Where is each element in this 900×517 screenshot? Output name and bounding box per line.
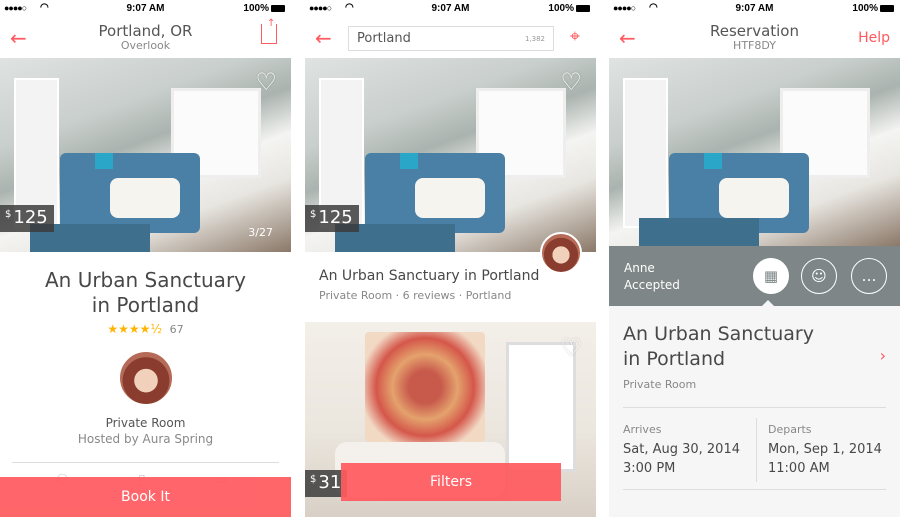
departs-date: Mon, Sep 1, 2014: [768, 442, 882, 457]
arrives-time: 3:00 PM: [623, 461, 676, 476]
reservation-screen: ●●●●○ ◠ 9:07 AM 100% ← Reservation HTF8D…: [609, 0, 900, 517]
photo-counter: 3/27: [248, 226, 273, 239]
divider: [756, 418, 757, 482]
battery-icon: [880, 5, 894, 12]
nav-bar: ← Reservation HTF8DY Help: [609, 18, 900, 58]
result-title[interactable]: An Urban Sanctuary in Portland: [319, 268, 539, 284]
battery-percent: 100%: [852, 3, 878, 14]
price-badge: $125: [0, 205, 54, 232]
departs-time: 11:00 AM: [768, 461, 830, 476]
status-bar: ●●●●○ ◠ 9:07 AM 100%: [0, 0, 291, 18]
heart-icon[interactable]: ♡: [255, 68, 277, 96]
help-link[interactable]: Help: [858, 30, 890, 46]
listing-screen: ●●●●○ ◠ 9:07 AM 100% ← Portland, OR Over…: [0, 0, 291, 517]
listing-title[interactable]: An Urban Sanctuary in Portland: [623, 322, 814, 372]
result-subtitle: Private Room · 6 reviews · Portland: [319, 289, 512, 302]
listing-photo[interactable]: ♡ $125 3/27: [0, 58, 291, 252]
profile-icon[interactable]: ☺: [801, 258, 837, 294]
star-rating-icon: ★★★★½: [107, 322, 163, 336]
share-icon[interactable]: ↑: [261, 18, 277, 44]
message-icon[interactable]: …: [851, 258, 887, 294]
result-photo[interactable]: ♡ $125: [305, 58, 596, 252]
host-name: Hosted by Aura Spring: [77, 432, 214, 446]
book-it-button[interactable]: Book It: [0, 477, 291, 517]
result-count: 1,382: [524, 35, 545, 43]
nav-subtitle: Overlook: [120, 39, 171, 52]
room-type: Private Room: [105, 416, 186, 430]
back-arrow-icon[interactable]: ←: [315, 26, 332, 50]
arrives-date: Sat, Aug 30, 2014: [623, 442, 740, 457]
rating: ★★★★½ 67: [107, 322, 184, 336]
status-bar: ●●●●○ ◠ 9:07 AM 100%: [609, 0, 900, 18]
nav-title: Reservation: [710, 22, 799, 40]
battery-percent: 100%: [243, 3, 269, 14]
price-badge: $125: [305, 205, 359, 232]
battery-icon: [271, 5, 285, 12]
nav-title: Portland, OR: [98, 22, 193, 40]
departs-label: Departs: [768, 423, 812, 436]
divider: [12, 462, 279, 463]
host-avatar[interactable]: [118, 350, 174, 406]
divider: [623, 407, 886, 408]
reservation-status-bar: Anne Accepted ▦ ☺ …: [609, 246, 900, 306]
nav-subtitle: HTF8DY: [733, 39, 776, 52]
filters-button[interactable]: Filters: [341, 463, 561, 501]
status-bar: ●●●●○ ◠ 9:07 AM 100%: [305, 0, 596, 18]
map-pin-icon[interactable]: ⌖: [570, 26, 580, 47]
host-avatar[interactable]: [540, 232, 582, 274]
battery-icon: [576, 5, 590, 12]
listing-photo: [609, 58, 900, 246]
host-status: Anne Accepted: [624, 261, 680, 292]
heart-icon[interactable]: ♡: [560, 68, 582, 96]
battery-percent: 100%: [548, 3, 574, 14]
calendar-icon[interactable]: ▦: [753, 258, 789, 294]
search-input[interactable]: Portland 1,382: [348, 26, 554, 51]
divider: [623, 489, 886, 490]
nav-bar: ← Portland, OR Overlook ↑: [0, 18, 291, 58]
room-type: Private Room: [623, 378, 697, 391]
arrives-label: Arrives: [623, 423, 662, 436]
nav-bar: ← Portland 1,382 ⌖: [305, 18, 596, 58]
reservation-details: An Urban Sanctuary in Portland › Private …: [609, 300, 900, 517]
listing-title: An Urban Sanctuary in Portland: [44, 268, 246, 317]
heart-icon[interactable]: ♡: [560, 334, 582, 362]
search-query: Portland: [357, 31, 411, 46]
chevron-right-icon[interactable]: ›: [880, 346, 886, 365]
search-screen: ●●●●○ ◠ 9:07 AM 100% ← Portland 1,382 ⌖ …: [305, 0, 596, 517]
